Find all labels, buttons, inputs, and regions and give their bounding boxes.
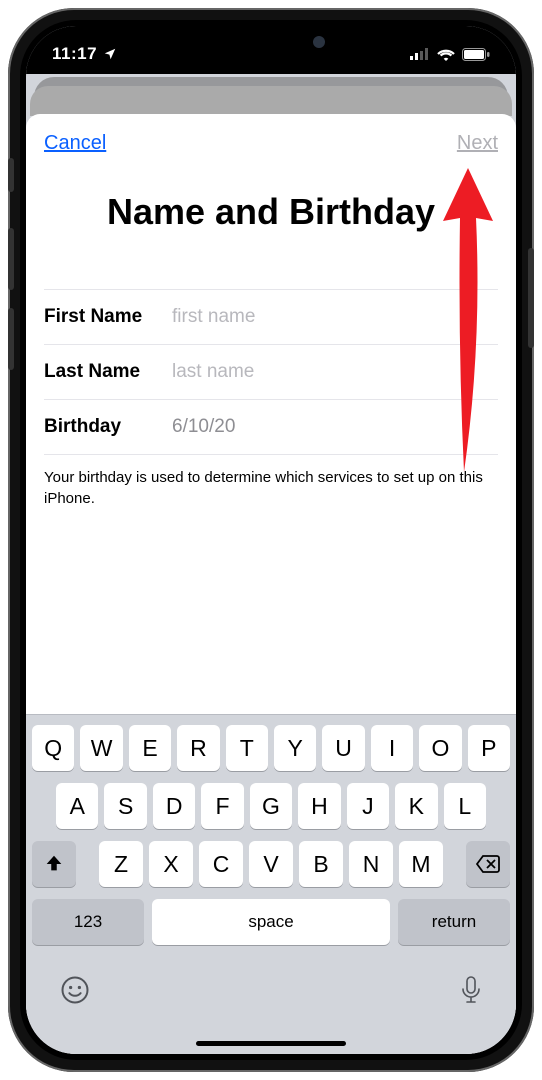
key-d[interactable]: D (153, 783, 195, 829)
home-indicator[interactable] (196, 1041, 346, 1046)
first-name-input[interactable] (172, 306, 498, 328)
signal-icon (410, 48, 430, 60)
first-name-row: First Name (44, 289, 498, 345)
key-r[interactable]: R (177, 725, 219, 771)
key-i[interactable]: I (371, 725, 413, 771)
key-n[interactable]: N (349, 841, 393, 887)
key-k[interactable]: K (395, 783, 437, 829)
key-b[interactable]: B (299, 841, 343, 887)
key-j[interactable]: J (347, 783, 389, 829)
emoji-icon (60, 975, 90, 1005)
numbers-key[interactable]: 123 (32, 899, 144, 945)
location-arrow-icon (103, 47, 117, 61)
volume-down-button (8, 308, 14, 370)
key-h[interactable]: H (298, 783, 340, 829)
key-c[interactable]: C (199, 841, 243, 887)
battery-icon (462, 48, 490, 61)
mute-switch (8, 158, 14, 192)
key-f[interactable]: F (201, 783, 243, 829)
key-z[interactable]: Z (99, 841, 143, 887)
delete-key[interactable] (466, 841, 510, 887)
dictation-key[interactable] (460, 975, 482, 1005)
footnote: Your birthday is used to determine which… (44, 455, 498, 509)
bezel: 11:17 (20, 20, 522, 1060)
first-name-label: First Name (44, 306, 172, 328)
birthday-label: Birthday (44, 416, 172, 438)
key-g[interactable]: G (250, 783, 292, 829)
status-time: 11:17 (52, 44, 97, 64)
last-name-input[interactable] (172, 361, 498, 383)
shift-icon (43, 853, 65, 875)
birthday-row[interactable]: Birthday 6/10/20 (44, 399, 498, 455)
key-y[interactable]: Y (274, 725, 316, 771)
return-key[interactable]: return (398, 899, 510, 945)
page-title: Name and Birthday (26, 165, 516, 290)
cancel-button[interactable]: Cancel (44, 132, 106, 155)
key-m[interactable]: M (399, 841, 443, 887)
volume-up-button (8, 228, 14, 290)
key-a[interactable]: A (56, 783, 98, 829)
space-key[interactable]: space (152, 899, 390, 945)
key-o[interactable]: O (419, 725, 461, 771)
key-p[interactable]: P (468, 725, 510, 771)
wifi-icon (437, 48, 455, 61)
emoji-key[interactable] (60, 975, 90, 1005)
key-v[interactable]: V (249, 841, 293, 887)
keyboard: QWERTYUIOP ASDFGHJKL ZXCVBNM (26, 714, 516, 1054)
power-button (528, 248, 534, 348)
form: First Name Last Name Birthday 6/10/20 Yo… (26, 290, 516, 509)
delete-icon (476, 855, 500, 873)
shift-key[interactable] (32, 841, 76, 887)
key-w[interactable]: W (80, 725, 122, 771)
screen: 11:17 (26, 26, 516, 1054)
mic-icon (460, 975, 482, 1005)
key-e[interactable]: E (129, 725, 171, 771)
birthday-value: 6/10/20 (172, 416, 498, 438)
key-t[interactable]: T (226, 725, 268, 771)
notch (153, 26, 389, 58)
key-x[interactable]: X (149, 841, 193, 887)
key-q[interactable]: Q (32, 725, 74, 771)
key-u[interactable]: U (322, 725, 364, 771)
nav-bar: Cancel Next (26, 114, 516, 165)
last-name-row: Last Name (44, 344, 498, 400)
sheet-background-layer-2 (30, 86, 512, 116)
key-s[interactable]: S (104, 783, 146, 829)
next-button[interactable]: Next (457, 132, 498, 155)
phone-frame: 11:17 (8, 8, 534, 1072)
last-name-label: Last Name (44, 361, 172, 383)
key-l[interactable]: L (444, 783, 486, 829)
